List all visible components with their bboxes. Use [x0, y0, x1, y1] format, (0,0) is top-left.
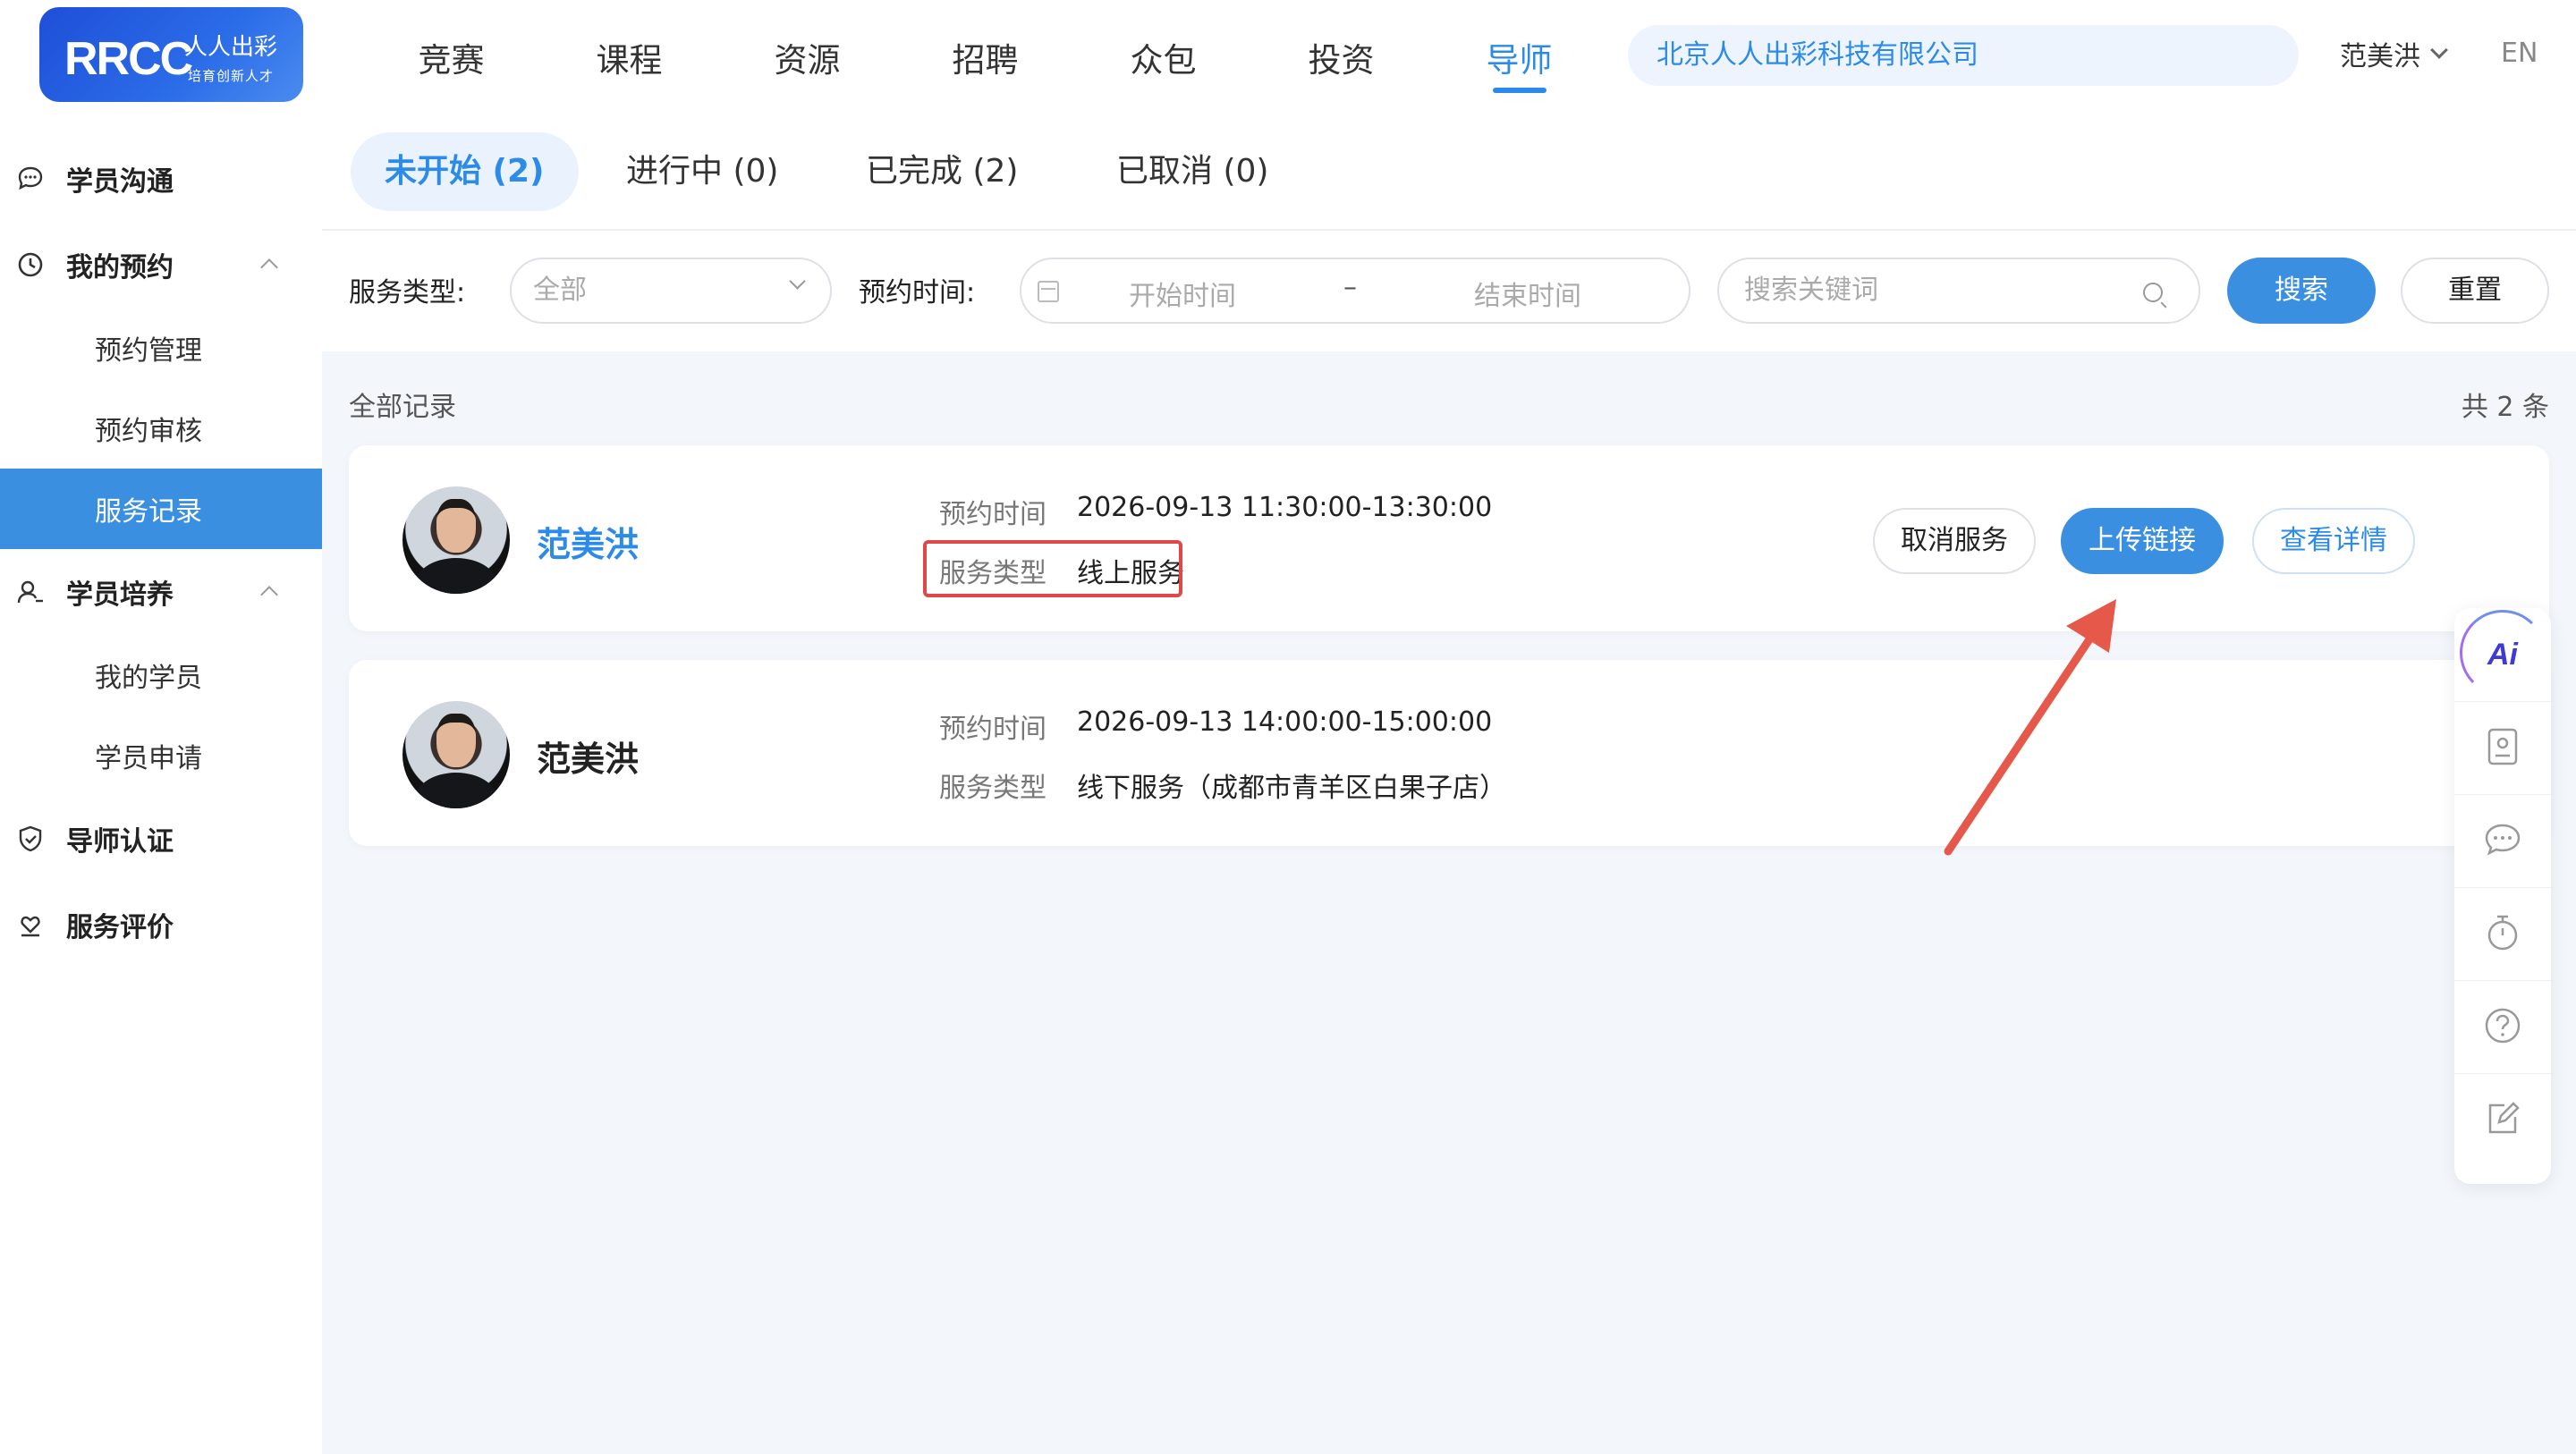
nav-resources[interactable]: 资源 [718, 0, 896, 114]
avatar [402, 701, 510, 808]
student-name[interactable]: 范美洪 [537, 731, 639, 781]
chevron-down-icon [2430, 41, 2448, 59]
filter-bar: 服务类型: 全部 预约时间: 开始时间 – 结束时间 搜索关键词 搜索 重置 [322, 231, 2576, 351]
user-menu[interactable]: 范美洪 [2340, 34, 2448, 73]
sidebar-item-booking-manage[interactable]: 预约管理 [0, 308, 322, 388]
chat-bubble-icon [14, 163, 47, 195]
timer-button[interactable] [2454, 887, 2551, 980]
records-count: 共 2 条 [2461, 392, 2549, 423]
records-title: 全部记录 [349, 392, 456, 423]
date-range-picker[interactable]: 开始时间 – 结束时间 [1020, 258, 1690, 324]
nav-mentor[interactable]: 导师 [1430, 0, 1608, 114]
booking-time-row: 预约时间 2026-09-13 14:00:00-15:00:00 [939, 706, 1492, 746]
timer-icon [2485, 913, 2521, 956]
booking-time-row: 预约时间 2026-09-13 11:30:00-13:30:00 [939, 492, 1492, 531]
sidebar-item-my-booking[interactable]: 我的预约 [0, 224, 322, 306]
chevron-down-icon [789, 273, 806, 290]
booking-time-key: 预约时间 [939, 499, 1046, 530]
language-switch[interactable]: EN [2501, 38, 2538, 69]
ai-assistant-button[interactable]: Ai [2454, 608, 2551, 701]
sidebar-item-student-chat[interactable]: 学员沟通 [0, 138, 322, 220]
service-type-label: 服务类型: [349, 277, 466, 309]
tab-completed[interactable]: 已完成 (2) [832, 132, 1052, 211]
ai-ring-decoration [2460, 610, 2546, 696]
service-type-row: 服务类型 线下服务（成都市青羊区白果子店） [939, 765, 1506, 805]
record-card: 范美洪 预约时间 2026-09-13 14:00:00-15:00:00 服务… [349, 660, 2549, 846]
highlight-box [923, 540, 1182, 597]
nav-investment[interactable]: 投资 [1252, 0, 1430, 114]
end-date-input[interactable]: 结束时间 [1474, 274, 1581, 313]
logo-cn-text: 人人出彩 [184, 34, 278, 61]
student-name[interactable]: 范美洪 [537, 517, 639, 566]
search-icon [2143, 283, 2163, 302]
service-type-value: 线下服务（成都市青羊区白果子店） [1077, 773, 1506, 804]
company-selector[interactable]: 北京人人出彩科技有限公司 [1628, 25, 2299, 86]
tab-in-progress[interactable]: 进行中 (0) [592, 132, 812, 211]
shield-check-icon [14, 823, 47, 855]
nav-competition[interactable]: 竞赛 [362, 0, 540, 114]
contact-card-button[interactable] [2454, 701, 2551, 794]
user-name: 范美洪 [2340, 41, 2420, 72]
floating-toolbar: Ai [2454, 608, 2551, 1184]
nav-courses[interactable]: 课程 [540, 0, 718, 114]
record-card: 范美洪 预约时间 2026-09-13 11:30:00-13:30:00 服务… [349, 445, 2549, 631]
cancel-service-button[interactable]: 取消服务 [1873, 508, 2036, 574]
sidebar-item-mentor-certification[interactable]: 导师认证 [0, 798, 322, 880]
heart-hand-icon [14, 909, 47, 941]
avatar [402, 486, 510, 594]
nav-crowdsourcing[interactable]: 众包 [1074, 0, 1252, 114]
sidebar-item-student-training[interactable]: 学员培养 [0, 551, 322, 633]
top-header: RRCC 人人出彩 培育创新人才 竞赛 课程 资源 招聘 众包 投资 导师 北京… [0, 0, 2576, 114]
booking-time-key: 预约时间 [939, 714, 1046, 745]
logo-slogan: 培育创新人才 [188, 68, 275, 84]
sidebar: 学员沟通 我的预约 预约管理 预约审核 服务记录 学员培养 我的学员 学员申请 … [0, 114, 322, 1454]
keyword-placeholder: 搜索关键词 [1744, 275, 1878, 306]
logo-text: RRCC [64, 33, 193, 85]
clock-icon [14, 249, 47, 281]
help-button[interactable] [2454, 980, 2551, 1073]
chat-button[interactable] [2454, 794, 2551, 887]
reset-button[interactable]: 重置 [2401, 258, 2549, 324]
chat-dots-icon [2483, 822, 2522, 861]
help-circle-icon [2483, 1006, 2522, 1049]
nav-recruitment[interactable]: 招聘 [896, 0, 1074, 114]
sidebar-item-student-applications[interactable]: 学员申请 [0, 715, 322, 796]
edit-button[interactable] [2454, 1073, 2551, 1166]
booking-time-value: 2026-09-13 11:30:00-13:30:00 [1077, 492, 1493, 523]
status-tabs: 未开始 (2) 进行中 (0) 已完成 (2) 已取消 (0) [322, 114, 2576, 231]
sidebar-item-booking-review[interactable]: 预约审核 [0, 388, 322, 469]
service-type-value: 全部 [533, 275, 587, 306]
tab-not-started[interactable]: 未开始 (2) [351, 132, 579, 211]
edit-icon [2485, 1101, 2521, 1140]
booking-time-label: 预约时间: [859, 277, 976, 309]
chevron-up-icon [260, 586, 278, 604]
service-type-select[interactable]: 全部 [510, 258, 832, 324]
sidebar-item-my-students[interactable]: 我的学员 [0, 635, 322, 715]
sidebar-item-service-review[interactable]: 服务评价 [0, 883, 322, 966]
search-button[interactable]: 搜索 [2227, 258, 2376, 324]
sidebar-item-service-records[interactable]: 服务记录 [0, 469, 322, 549]
upload-link-button[interactable]: 上传链接 [2061, 508, 2224, 574]
user-icon [14, 576, 47, 608]
calendar-icon [1038, 281, 1059, 302]
tab-cancelled[interactable]: 已取消 (0) [1082, 132, 1302, 211]
start-date-input[interactable]: 开始时间 [1129, 274, 1236, 313]
range-separator: – [1343, 272, 1357, 303]
service-type-key: 服务类型 [939, 773, 1046, 804]
main-nav: 竞赛 课程 资源 招聘 众包 投资 导师 [362, 0, 1608, 114]
view-details-button[interactable]: 查看详情 [2252, 508, 2415, 574]
contact-card-icon [2485, 727, 2521, 770]
keyword-search-input[interactable]: 搜索关键词 [1717, 258, 2200, 324]
chevron-up-icon [260, 258, 278, 276]
brand-logo[interactable]: RRCC 人人出彩 培育创新人才 [39, 7, 303, 102]
booking-time-value: 2026-09-13 14:00:00-15:00:00 [1077, 706, 1493, 738]
